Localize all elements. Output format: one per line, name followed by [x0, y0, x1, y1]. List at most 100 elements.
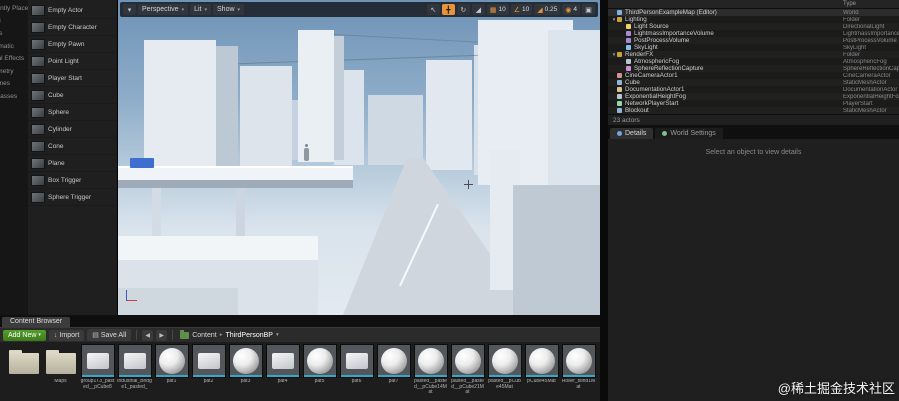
place-category-item[interactable]: Visual Effects — [0, 52, 28, 65]
tab-content-browser[interactable]: Content Browser — [2, 317, 71, 327]
scale-snap-control[interactable]: ◢ 0.25 — [534, 4, 561, 15]
actor-type: World — [843, 9, 859, 16]
outliner-row[interactable]: Blockout StaticMeshActor — [608, 107, 899, 114]
place-actor-item[interactable]: Sphere — [28, 104, 117, 121]
asset-tile[interactable]: Roller_blind1Mat — [561, 344, 596, 401]
place-actor-item[interactable]: Point Light — [28, 53, 117, 70]
tab-world-settings[interactable]: World Settings — [655, 128, 723, 139]
place-actor-label: Plane — [48, 159, 65, 167]
asset-tile[interactable]: group1T3_pasted__pCube8 — [80, 344, 115, 401]
outliner-row[interactable]: ▼ Lighting Folder — [608, 16, 899, 23]
outliner-row[interactable]: DocumentationActor1 DocumentationActor — [608, 86, 899, 93]
place-actor-item[interactable]: Empty Pawn — [28, 36, 117, 53]
asset-tile[interactable]: pat3 — [228, 344, 263, 401]
place-actor-item[interactable]: Box Trigger — [28, 172, 117, 189]
save-all-button[interactable]: ▤ Save All — [87, 329, 132, 341]
place-actor-item[interactable]: Cylinder — [28, 121, 117, 138]
outliner-row[interactable]: ExponentialHeightFog ExponentialHeightFo… — [608, 93, 899, 100]
forward-button[interactable]: ▶ — [156, 329, 168, 341]
maximize-icon: ▣ — [585, 6, 592, 14]
asset-tile[interactable]: pat4 — [265, 344, 300, 401]
grid-snap-control[interactable]: ▦ 10 — [486, 4, 509, 15]
breadcrumb-content[interactable]: Content — [192, 332, 217, 339]
outliner-row[interactable]: NetworkPlayerStart PlayerStart — [608, 100, 899, 107]
back-button[interactable]: ◀ — [142, 329, 154, 341]
select-tool-button[interactable]: ↖ — [426, 4, 440, 15]
rotate-tool-button[interactable]: ↻ — [456, 4, 470, 15]
place-actor-item[interactable]: Plane — [28, 155, 117, 172]
asset-tile[interactable]: pasted__pasted__pCube21Mat — [450, 344, 485, 401]
place-actor-item[interactable]: Empty Actor — [28, 2, 117, 19]
asset-thumbnail — [450, 344, 485, 378]
actor-type-icon — [617, 101, 622, 106]
actor-thumbnail-icon — [31, 89, 45, 101]
outliner-row-list: ThirdPersonExampleMap (Editor) World ▼ L… — [608, 9, 899, 114]
place-category-item[interactable]: Lights — [0, 27, 28, 40]
outliner-row[interactable]: Cube StaticMeshActor — [608, 79, 899, 86]
asset-tile[interactable]: Maps — [43, 344, 78, 401]
import-button[interactable]: ↓ Import — [48, 329, 85, 341]
asset-thumbnail — [154, 344, 189, 378]
outliner-row[interactable]: AtmosphericFog AtmosphericFog — [608, 58, 899, 65]
asset-tile[interactable]: pasted__pasted__pCube14Mat — [413, 344, 448, 401]
place-actor-item[interactable]: Cone — [28, 138, 117, 155]
viewport-options-button[interactable]: ▾ — [123, 4, 136, 15]
panel-divider[interactable] — [600, 0, 608, 401]
maximize-viewport-button[interactable]: ▣ — [582, 4, 595, 15]
place-actor-label: Point Light — [48, 57, 79, 65]
asset-tile[interactable]: pat5 — [302, 344, 337, 401]
show-flags-selector[interactable]: Show ▾ — [213, 4, 245, 15]
outliner-row[interactable]: Light Source DirectionalLight — [608, 23, 899, 30]
scene-tower — [298, 30, 334, 162]
actor-label: ExponentialHeightFog — [625, 93, 686, 100]
outliner-row[interactable]: ThirdPersonExampleMap (Editor) World — [608, 9, 899, 16]
viewport-options-icon: ▾ — [127, 6, 132, 14]
place-category-item[interactable]: Recently Placed — [0, 2, 28, 15]
scene-building-right-near — [548, 30, 600, 200]
import-label: Import — [59, 331, 80, 339]
viewport[interactable]: ▾ Perspective ▾ Lit ▾ Show ▾ ↖ ╋ ↻ ◢ ▦ 10 ∠ 1… — [118, 0, 600, 315]
asset-tile[interactable]: pat1 — [154, 344, 189, 401]
place-category-item[interactable]: Basic — [0, 15, 28, 28]
actor-type-icon — [617, 94, 622, 99]
breadcrumb-thirdpersonbp[interactable]: ThirdPersonBP — [225, 332, 272, 339]
perspective-selector[interactable]: Perspective ▾ — [138, 4, 189, 15]
asset-tile[interactable]: pat6 — [339, 344, 374, 401]
outliner-type-header[interactable]: Type — [843, 1, 899, 7]
actor-label: NetworkPlayerStart — [625, 100, 679, 107]
view-mode-selector[interactable]: Lit ▾ — [190, 4, 212, 15]
move-tool-button[interactable]: ╋ — [441, 4, 455, 15]
outliner-row[interactable]: LightmassImportanceVolume LightmassImpor… — [608, 30, 899, 37]
outliner-row[interactable]: SphereReflectionCapture SphereReflection… — [608, 65, 899, 72]
asset-tile[interactable]: pat2 — [191, 344, 226, 401]
add-new-button[interactable]: Add New ▾ — [3, 329, 46, 341]
camera-speed-control[interactable]: ◉ 4 — [562, 4, 580, 15]
outliner-row[interactable]: ▼ RenderFX Folder — [608, 51, 899, 58]
place-actor-item[interactable]: Empty Character — [28, 19, 117, 36]
place-actor-item[interactable]: Player Start — [28, 70, 117, 87]
asset-tile[interactable]: Industrial_Bridge1_pasted_ — [117, 344, 152, 401]
outliner-row[interactable]: PostProcessVolume PostProcessVolume — [608, 37, 899, 44]
asset-tile[interactable]: pCube45Mat — [524, 344, 559, 401]
asset-name: pasted__pCube45Mat — [488, 379, 521, 390]
actor-type-icon — [626, 45, 631, 50]
actor-type: PostProcessVolume — [843, 37, 897, 44]
rotation-snap-control[interactable]: ∠ 10 — [510, 4, 533, 15]
place-category-item[interactable]: All Classes — [0, 90, 28, 103]
place-category-item[interactable]: Cinematic — [0, 40, 28, 53]
tab-details[interactable]: Details — [610, 128, 654, 139]
place-category-item[interactable]: Geometry — [0, 65, 28, 78]
place-actor-item[interactable]: Sphere Trigger — [28, 189, 117, 206]
asset-tile[interactable]: pat7 — [376, 344, 411, 401]
actor-label: CineCameraActor1 — [625, 72, 678, 79]
scene-building — [426, 60, 472, 170]
actor-thumbnail-icon — [31, 72, 45, 84]
place-category-item[interactable]: Volumes — [0, 78, 28, 91]
path-dropdown-icon[interactable]: ▾ — [276, 332, 279, 338]
asset-tile[interactable]: pasted__pCube45Mat — [487, 344, 522, 401]
scale-tool-button[interactable]: ◢ — [471, 4, 485, 15]
asset-tile[interactable] — [6, 344, 41, 401]
place-actor-item[interactable]: Cube — [28, 87, 117, 104]
outliner-row[interactable]: CineCameraActor1 CineCameraActor — [608, 72, 899, 79]
outliner-row[interactable]: SkyLight SkyLight — [608, 44, 899, 51]
